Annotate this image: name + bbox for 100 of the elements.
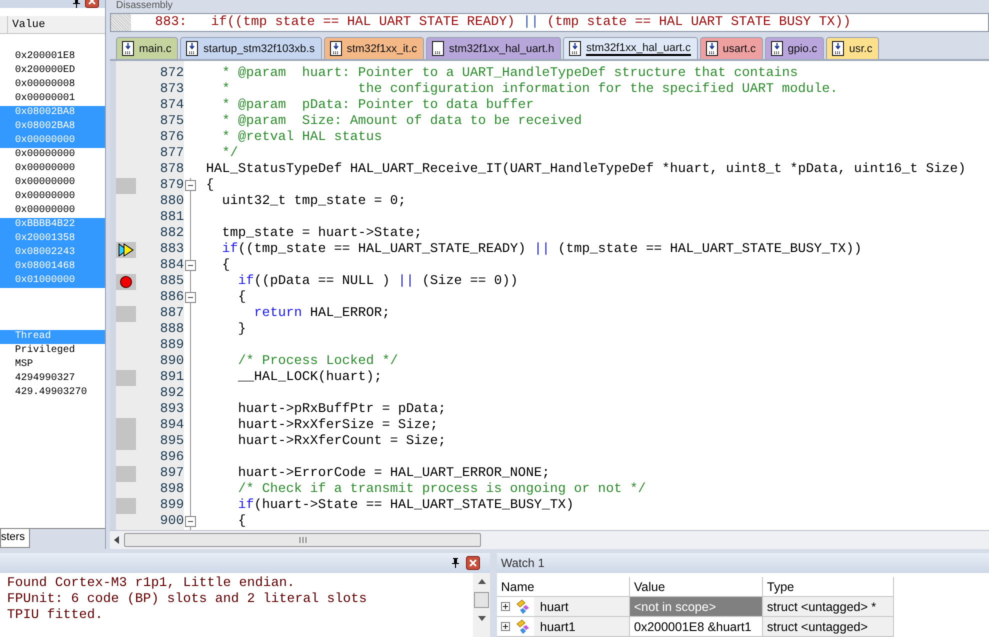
register-value[interactable]: 0x00000008 — [0, 78, 105, 92]
execution-arrow-icon — [118, 243, 134, 257]
line-number: 893 — [160, 402, 184, 417]
watch-value: <not in scope> — [630, 597, 763, 617]
code-line: { — [206, 178, 214, 193]
expand-icon[interactable] — [501, 602, 510, 611]
collapse-icon[interactable] — [185, 516, 196, 527]
panel-tab[interactable]: sters — [0, 529, 30, 548]
file-tab[interactable]: gpio.c — [764, 37, 824, 59]
file-download-icon — [186, 41, 198, 56]
line-number: 899 — [160, 498, 184, 513]
register-value[interactable]: 4294990327 — [0, 372, 105, 386]
file-tab[interactable]: main.c — [116, 37, 178, 59]
code-line: HAL_StatusTypeDef HAL_UART_Receive_IT(UART_HandleTypeDef *huart, uint8_t *pData, uint16_t Size) — [206, 162, 966, 177]
scroll-down-icon[interactable] — [478, 616, 486, 621]
code-line: return HAL_ERROR; — [252, 306, 390, 321]
file-tab[interactable]: startup_stm32f103xb.s — [180, 37, 322, 59]
line-number: 880 — [160, 194, 184, 209]
line-number: 885 — [160, 274, 184, 289]
pin-icon[interactable] — [451, 558, 460, 568]
file-download-icon — [330, 41, 342, 56]
output-line: Found Cortex-M3 r1p1, Little endian. — [7, 576, 295, 591]
panel-title: Watch 1 — [501, 556, 545, 570]
code-line: huart->pRxBuffPtr = pData; — [236, 402, 446, 417]
line-number: 884 — [160, 258, 184, 273]
scroll-left-icon[interactable] — [114, 536, 120, 544]
scrollbar-thumb[interactable] — [124, 533, 481, 547]
breakpoint-icon[interactable] — [120, 276, 132, 288]
register-value[interactable]: 0x00000000 — [0, 204, 105, 218]
code-line: huart->RxXferCount = Size; — [236, 434, 446, 449]
line-number: 888 — [160, 322, 184, 337]
watch-name: huart — [534, 597, 629, 616]
line-number: 879 — [160, 178, 184, 193]
file-download-icon — [770, 41, 783, 56]
line-number: 900 — [160, 514, 184, 529]
watch-type: struct <untagged> — [763, 617, 894, 637]
line-number: 896 — [160, 450, 184, 465]
line-number: 883 — [160, 242, 184, 257]
line-number: 886 — [160, 290, 184, 305]
file-tab[interactable]: usart.c — [700, 37, 763, 59]
line-number: 898 — [160, 482, 184, 497]
code-line: * the configuration information for the specified UART module. — [220, 82, 838, 97]
collapse-icon[interactable] — [185, 292, 196, 303]
line-number: 897 — [160, 466, 184, 481]
scrollbar-thumb[interactable] — [474, 592, 489, 608]
line-number: 882 — [160, 226, 184, 241]
watch-value: 0x200001E8 &huart1 — [630, 617, 763, 637]
code-line: */ — [220, 146, 238, 161]
code-line: * @param huart: Pointer to a UART_HandleTypeDef structure that contains — [220, 66, 798, 81]
file-tab[interactable]: stm32f1xx_hal_uart.c — [563, 37, 698, 59]
code-line: if((tmp_state == HAL_UART_STATE_READY) || (tmp_state == HAL_UART_STATE_BUSY_TX)) — [220, 242, 862, 257]
code-line: if(huart->State == HAL_UART_STATE_BUSY_TX) — [236, 498, 574, 513]
file-download-icon — [832, 41, 844, 56]
register-value[interactable]: Privileged — [0, 344, 105, 358]
line-number: 887 — [160, 306, 184, 321]
file-download-icon — [569, 41, 582, 56]
register-value[interactable]: 0x200001E8 — [0, 50, 105, 64]
close-icon[interactable] — [466, 556, 480, 570]
scroll-up-icon[interactable] — [478, 579, 486, 584]
struct-icon — [514, 618, 530, 634]
code-line: { — [220, 258, 230, 273]
line-number: 881 — [160, 210, 184, 225]
file-icon — [432, 41, 444, 56]
pin-icon[interactable] — [72, 0, 81, 8]
code-line: tmp_state = huart->State; — [220, 226, 422, 241]
code-line: { — [236, 290, 246, 305]
expand-icon[interactable] — [501, 622, 510, 631]
line-number: 878 — [160, 162, 184, 177]
register-value[interactable]: 0x00000000 — [0, 190, 105, 204]
file-tab[interactable]: stm32f1xx_it.c — [324, 37, 424, 59]
register-value[interactable]: 0x00000000 — [0, 162, 105, 176]
output-line: TPIU fitted. — [7, 608, 103, 623]
file-tab[interactable]: usr.c — [826, 37, 880, 59]
line-number: 892 — [160, 386, 184, 401]
watch-type: struct <untagged> * — [763, 597, 894, 617]
register-value[interactable]: 0x00000000 — [0, 148, 105, 162]
code-line: * @param Size: Amount of data to be received — [220, 114, 582, 129]
code-line: * @param pData: Pointer to data buffer — [220, 98, 534, 113]
code-line: /* Process Locked */ — [236, 354, 398, 369]
register-value[interactable]: 0x00000000 — [0, 176, 105, 190]
line-number: 895 — [160, 434, 184, 449]
code-line: /* Check if a transmit process is ongoing or not */ — [236, 482, 646, 497]
register-value[interactable]: 0x200000ED — [0, 64, 105, 78]
collapse-icon[interactable] — [185, 260, 196, 271]
register-value[interactable]: MSP — [0, 358, 105, 372]
column-header[interactable]: Type — [763, 577, 894, 597]
code-line: huart->RxXferSize = Size; — [236, 418, 438, 433]
column-header[interactable]: Value — [630, 577, 763, 597]
register-value[interactable]: 429.49903270 — [0, 386, 105, 400]
code-line: } — [236, 322, 246, 337]
code-line: { — [236, 514, 246, 529]
line-number: 875 — [160, 114, 184, 129]
panel-title: Disassembly — [115, 0, 174, 12]
collapse-icon[interactable] — [185, 180, 196, 191]
line-number: 877 — [160, 146, 184, 161]
file-download-icon — [122, 41, 134, 56]
line-number: 872 — [160, 66, 184, 81]
register-value[interactable]: 0x00000001 — [0, 92, 105, 106]
column-header[interactable]: Name — [497, 577, 630, 597]
file-tab[interactable]: stm32f1xx_hal_uart.h — [426, 37, 562, 59]
